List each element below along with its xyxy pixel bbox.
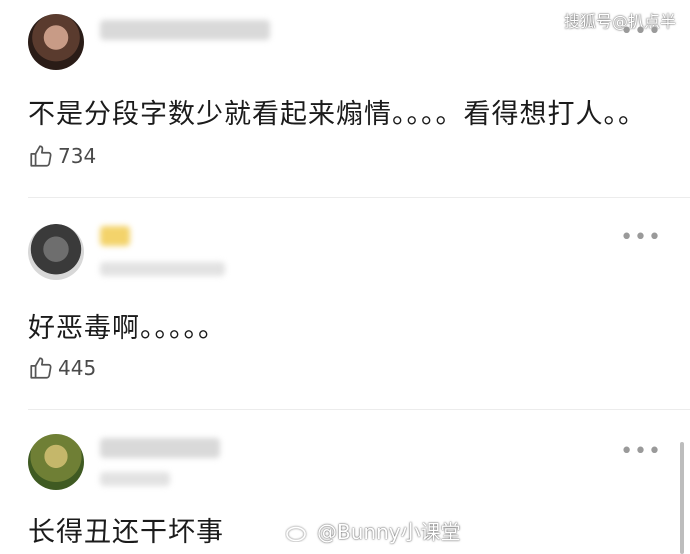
thumbs-up-icon — [30, 357, 52, 379]
timestamp-blurred — [100, 472, 170, 486]
like-count: 445 — [58, 356, 97, 380]
weibo-logo-icon — [286, 521, 309, 541]
like-button[interactable]: 734 — [28, 142, 96, 170]
comment-text: 好恶毒啊。。。。。 — [28, 313, 226, 344]
like-count: 734 — [58, 144, 97, 168]
avatar[interactable] — [28, 224, 84, 280]
scrollbar[interactable] — [680, 442, 684, 554]
username-blurred[interactable] — [100, 438, 220, 458]
username-blurred[interactable] — [100, 226, 130, 246]
comment-text: 长得丑还干坏事 — [28, 517, 224, 548]
watermark-account: @Bunny小课堂 — [317, 520, 461, 544]
more-options-icon[interactable]: ••• — [620, 441, 662, 463]
avatar[interactable] — [28, 434, 84, 490]
avatar[interactable] — [28, 14, 84, 70]
more-options-icon[interactable]: ••• — [620, 21, 662, 43]
comment-item: ••• 不是分段字数少就看起来煽情。。。。看得想打人。。 734 — [0, 0, 690, 196]
comment-item: ••• 好恶毒啊。。。。。 445 — [0, 198, 690, 408]
comment-text: 不是分段字数少就看起来煽情。。。。看得想打人。。 — [28, 99, 646, 130]
like-button[interactable]: 445 — [28, 354, 96, 382]
watermark-weibo: @Bunny小课堂 — [285, 516, 461, 545]
username-blurred[interactable] — [100, 20, 270, 40]
more-options-icon[interactable]: ••• — [620, 227, 662, 249]
timestamp-blurred — [100, 262, 225, 276]
thumbs-up-icon — [30, 145, 52, 167]
